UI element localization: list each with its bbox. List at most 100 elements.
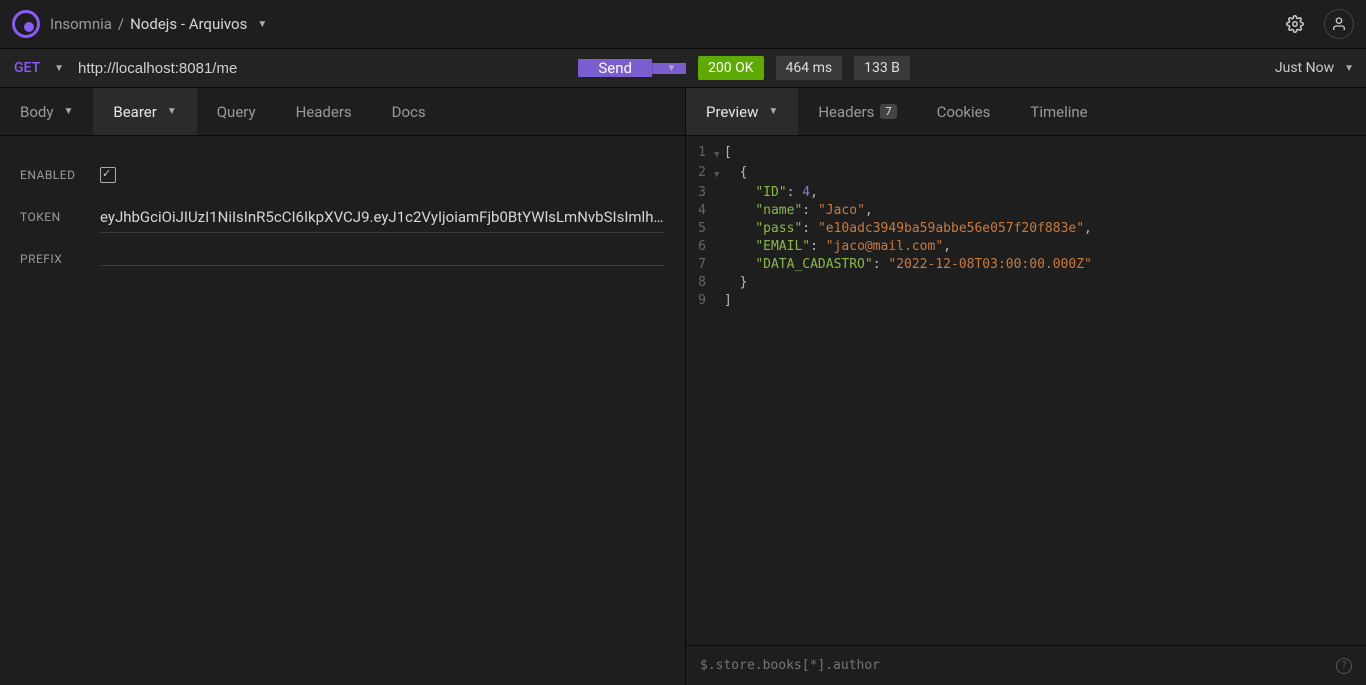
code-indent xyxy=(724,239,755,254)
json-key: "name" xyxy=(755,203,802,218)
history-dropdown[interactable]: Just Now ▼ xyxy=(1275,60,1354,76)
response-body[interactable]: 1▼[ 2▼ { 3 "ID": 4, 4 "name": "Jaco", 5 … xyxy=(686,136,1366,645)
filter-bar: ? xyxy=(686,645,1366,685)
gear-icon xyxy=(1286,15,1304,33)
json-key: "EMAIL" xyxy=(755,239,810,254)
tab-body[interactable]: Body ▼ xyxy=(0,88,93,135)
status-group: 200 OK 464 ms 133 B xyxy=(698,56,910,80)
breadcrumb-root: Insomnia xyxy=(50,15,112,33)
breadcrumb-sep: / xyxy=(118,15,124,33)
tab-timeline[interactable]: Timeline xyxy=(1010,88,1107,135)
json-key: "DATA_CADASTRO" xyxy=(755,257,872,272)
response-meta: 200 OK 464 ms 133 B Just Now ▼ xyxy=(686,49,1366,87)
json-trail: , xyxy=(943,239,951,254)
json-value: "2022-12-08T03:00:00.000Z" xyxy=(888,257,1092,272)
send-label: Send xyxy=(598,59,632,77)
breadcrumb-project: Nodejs - Arquivos xyxy=(130,15,247,33)
auth-prefix-label: PREFIX xyxy=(20,252,80,266)
chevron-down-icon: ▼ xyxy=(667,63,677,74)
json-key: "ID" xyxy=(755,185,786,200)
json-colon: : xyxy=(802,221,818,236)
url-bar: GET ▼ Send ▼ 200 OK 464 ms 133 B Just No… xyxy=(0,48,1366,88)
json-trail: , xyxy=(1084,221,1092,236)
app-logo xyxy=(12,10,40,38)
json-colon: : xyxy=(787,185,803,200)
settings-button[interactable] xyxy=(1280,9,1310,39)
request-tabs: Body ▼ Bearer ▼ Query Headers Docs xyxy=(0,88,685,136)
user-icon xyxy=(1331,16,1347,32)
tab-auth[interactable]: Bearer ▼ xyxy=(93,88,196,135)
code-text: } xyxy=(724,275,747,290)
help-icon[interactable]: ? xyxy=(1336,658,1352,674)
json-colon: : xyxy=(873,257,889,272)
tab-response-headers[interactable]: Headers 7 xyxy=(798,88,916,135)
json-value: 4 xyxy=(802,185,810,200)
response-size: 133 B xyxy=(854,56,910,80)
code-indent xyxy=(724,203,755,218)
code-text: ] xyxy=(724,293,732,308)
titlebar-right xyxy=(1280,9,1354,39)
tab-headers[interactable]: Headers xyxy=(276,88,372,135)
status-badge: 200 OK xyxy=(698,56,764,80)
json-trail: , xyxy=(810,185,818,200)
send-button[interactable]: Send xyxy=(578,59,652,77)
tab-label: Bearer xyxy=(113,103,156,121)
tab-label: Headers xyxy=(296,103,352,121)
titlebar: Insomnia / Nodejs - Arquivos ▼ xyxy=(0,0,1366,48)
json-value: "e10adc3949ba59abbe56e057f20f883e" xyxy=(818,221,1084,236)
chevron-down-icon: ▼ xyxy=(257,19,267,30)
json-value: "Jaco" xyxy=(818,203,865,218)
tab-label: Docs xyxy=(392,103,426,121)
url-row: GET ▼ Send ▼ xyxy=(0,49,686,87)
request-pane: Body ▼ Bearer ▼ Query Headers Docs ENABL… xyxy=(0,88,686,685)
chevron-down-icon: ▼ xyxy=(768,106,778,117)
json-trail: , xyxy=(865,203,873,218)
code-text: [ xyxy=(724,145,732,160)
chevron-down-icon: ▼ xyxy=(54,63,64,74)
auth-form: ENABLED TOKEN eyJhbGciOiJIUzI1NiIsInR5cC… xyxy=(0,136,685,685)
tab-label: Query xyxy=(217,103,256,121)
jsonpath-filter-input[interactable] xyxy=(700,658,1287,673)
main: Body ▼ Bearer ▼ Query Headers Docs ENABL… xyxy=(0,88,1366,685)
response-pane: Preview ▼ Headers 7 Cookies Timeline 1▼[… xyxy=(686,88,1366,685)
breadcrumb[interactable]: Insomnia / Nodejs - Arquivos ▼ xyxy=(50,15,267,33)
method-select[interactable]: GET ▼ xyxy=(0,60,78,76)
auth-enabled-checkbox[interactable] xyxy=(100,167,116,183)
tab-cookies[interactable]: Cookies xyxy=(917,88,1011,135)
titlebar-left: Insomnia / Nodejs - Arquivos ▼ xyxy=(12,10,267,38)
response-time: 464 ms xyxy=(776,56,843,80)
json-colon: : xyxy=(810,239,826,254)
auth-token-label: TOKEN xyxy=(20,210,80,224)
tab-label: Headers xyxy=(818,103,874,121)
chevron-down-icon: ▼ xyxy=(1344,63,1354,74)
tab-label: Cookies xyxy=(937,103,991,121)
url-input[interactable] xyxy=(78,60,578,77)
status-code: 200 xyxy=(708,60,732,76)
tab-label: Preview xyxy=(706,103,758,121)
history-label: Just Now xyxy=(1275,60,1334,76)
auth-token-input[interactable]: eyJhbGciOiJIUzI1NiIsInR5cCI6IkpXVCJ9.eyJ… xyxy=(100,202,665,233)
json-colon: : xyxy=(802,203,818,218)
code-indent xyxy=(724,221,755,236)
json-value: "jaco@mail.com" xyxy=(826,239,943,254)
send-dropdown[interactable]: ▼ xyxy=(652,63,686,74)
auth-prefix-input[interactable] xyxy=(100,253,665,266)
auth-token-row: TOKEN eyJhbGciOiJIUzI1NiIsInR5cCI6IkpXVC… xyxy=(20,196,665,238)
auth-enabled-label: ENABLED xyxy=(20,168,80,182)
tab-query[interactable]: Query xyxy=(197,88,276,135)
method-label: GET xyxy=(14,60,40,76)
auth-enabled-row: ENABLED xyxy=(20,154,665,196)
code-indent xyxy=(724,185,755,200)
chevron-down-icon: ▼ xyxy=(167,106,177,117)
account-button[interactable] xyxy=(1324,9,1354,39)
json-key: "pass" xyxy=(755,221,802,236)
tab-docs[interactable]: Docs xyxy=(372,88,446,135)
tab-label: Body xyxy=(20,103,53,121)
tab-preview[interactable]: Preview ▼ xyxy=(686,88,798,135)
auth-enabled-field xyxy=(100,167,665,183)
tab-label: Timeline xyxy=(1030,103,1087,121)
auth-prefix-row: PREFIX xyxy=(20,238,665,280)
headers-count-badge: 7 xyxy=(880,104,896,119)
response-tabs: Preview ▼ Headers 7 Cookies Timeline xyxy=(686,88,1366,136)
chevron-down-icon: ▼ xyxy=(63,106,73,117)
